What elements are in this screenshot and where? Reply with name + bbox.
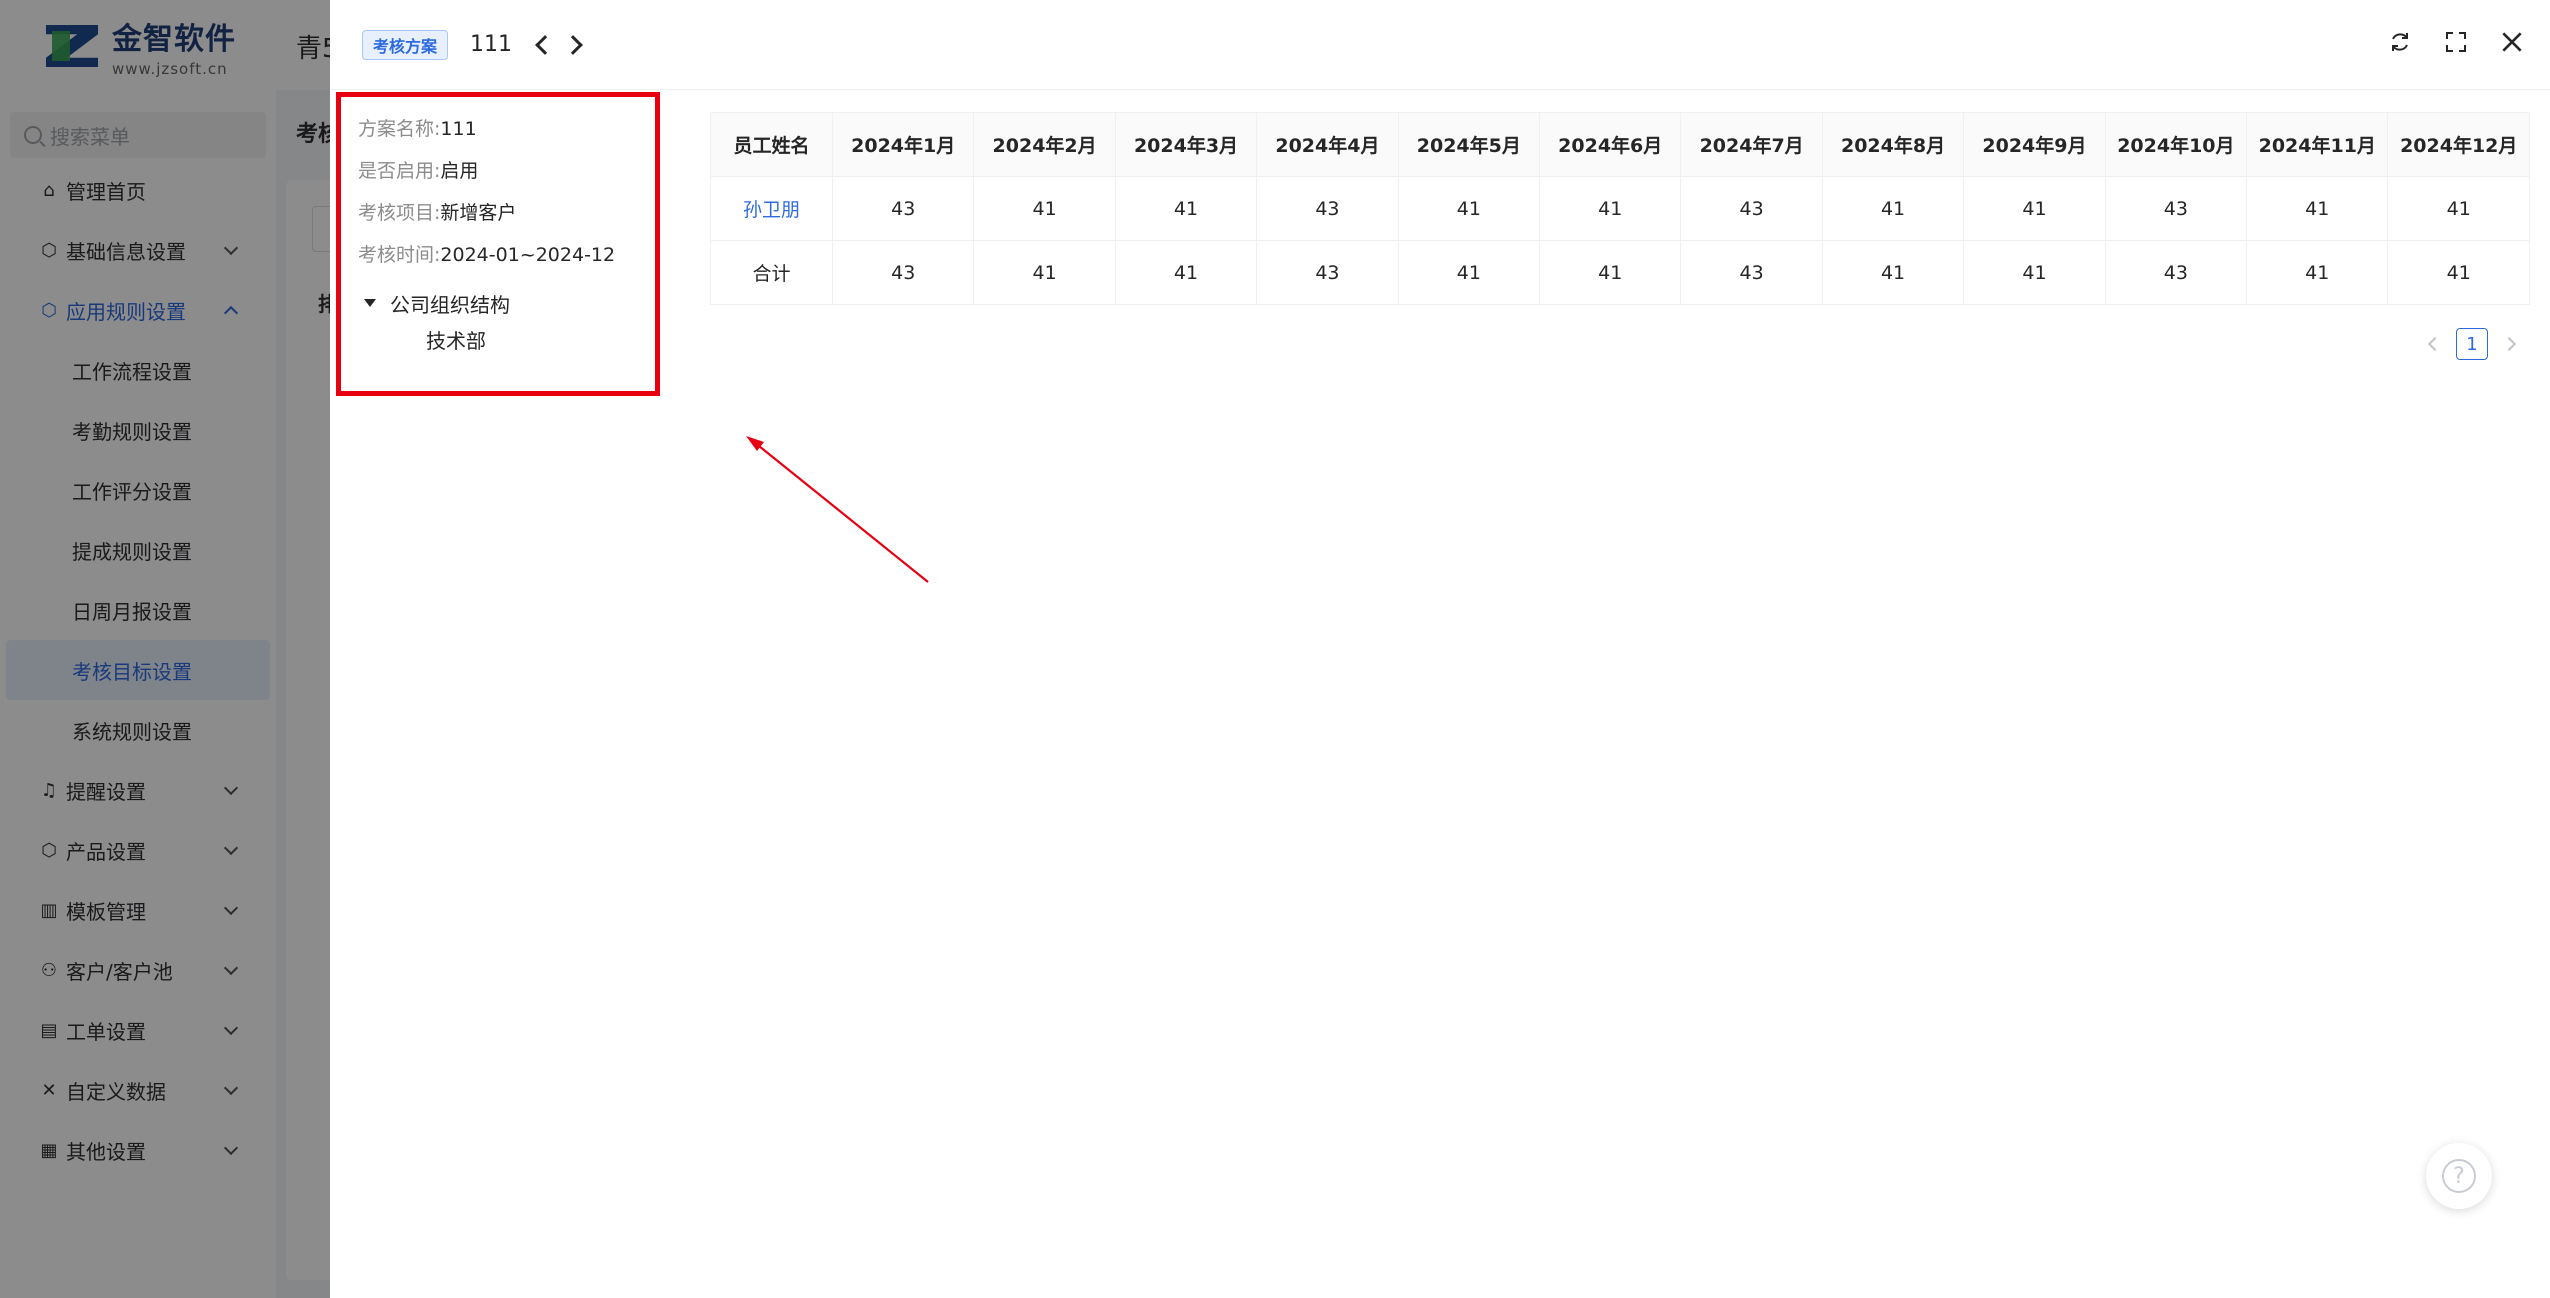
table-row: 孙卫朋 43 41 41 43 41 41 43 41 41 43 41 41 — [710, 176, 2530, 241]
previous-record-icon[interactable] — [535, 34, 555, 55]
column-header: 2024年11月 — [2246, 112, 2389, 177]
next-record-icon[interactable] — [563, 34, 583, 55]
table-cell: 41 — [1539, 176, 1682, 241]
plan-time-row: 考核时间: 2024-01~2024-12 — [358, 243, 655, 267]
column-header: 2024年7月 — [1680, 112, 1823, 177]
pagination: 1 — [2427, 328, 2517, 360]
table-cell: 41 — [973, 176, 1116, 241]
table-cell: 43 — [831, 240, 975, 305]
table-cell: 41 — [2387, 176, 2530, 241]
table-cell: 41 — [1397, 240, 1541, 305]
table-cell: 41 — [2246, 176, 2389, 241]
plan-time-value: 2024-01~2024-12 — [440, 244, 616, 266]
plan-item-value: 新增客户 — [440, 202, 517, 224]
fullscreen-icon — [2446, 32, 2466, 52]
drawer-actions — [2386, 28, 2526, 56]
table-cell: 41 — [1821, 176, 1965, 241]
plan-name-value: 111 — [440, 118, 477, 140]
fullscreen-button[interactable] — [2442, 28, 2470, 56]
table-cell: 43 — [831, 176, 975, 241]
column-header: 2024年12月 — [2387, 112, 2530, 177]
table-cell: 43 — [1256, 176, 1399, 241]
plan-type-tag: 考核方案 — [362, 29, 449, 60]
table-cell: 41 — [1539, 240, 1682, 305]
plan-item-row: 考核项目: 新增客户 — [358, 201, 655, 225]
prev-page-icon[interactable] — [2427, 336, 2443, 352]
column-header: 员工姓名 — [710, 112, 833, 177]
plan-name-row: 方案名称: 111 — [358, 117, 655, 141]
column-header: 2024年2月 — [973, 112, 1116, 177]
column-header: 2024年4月 — [1256, 112, 1399, 177]
column-header: 2024年8月 — [1821, 112, 1965, 177]
caret-down-icon[interactable] — [364, 299, 376, 307]
question-icon: ? — [2442, 1159, 2476, 1193]
table-cell: 41 — [2246, 240, 2389, 305]
table-total-row: 合计 43 41 41 43 41 41 43 41 41 43 41 41 — [710, 240, 2530, 305]
plan-enabled-label: 是否启用: — [358, 160, 441, 182]
plan-name-label: 方案名称: — [358, 118, 441, 140]
drawer-header: 考核方案 111 — [330, 0, 2550, 90]
employee-name-link[interactable]: 孙卫朋 — [710, 176, 833, 241]
table-cell: 43 — [1680, 176, 1823, 241]
org-tree: 公司组织结构 技术部 — [358, 285, 655, 357]
tree-node-label: 技术部 — [426, 328, 486, 353]
table-cell: 41 — [973, 240, 1116, 305]
plan-time-label: 考核时间: — [358, 244, 441, 266]
column-header: 2024年1月 — [831, 112, 975, 177]
plan-info-panel: 方案名称: 111 是否启用: 启用 考核项目: 新增客户 考核时间: 2024… — [336, 92, 660, 396]
help-button[interactable]: ? — [2426, 1143, 2492, 1209]
plan-enabled-value: 启用 — [440, 160, 479, 182]
page-number-current[interactable]: 1 — [2456, 328, 2488, 360]
close-icon — [2502, 32, 2522, 52]
table-cell: 43 — [2104, 176, 2248, 241]
table-cell: 41 — [1963, 240, 2106, 305]
column-header: 2024年6月 — [1539, 112, 1682, 177]
refresh-button[interactable] — [2386, 28, 2414, 56]
drawer-title: 111 — [470, 32, 513, 57]
table-cell: 43 — [1680, 240, 1823, 305]
assessment-plan-drawer: 考核方案 111 方案名称: 111 是否启用: 启用 考核项目: 新增客户 考… — [330, 0, 2550, 1298]
table-cell: 41 — [1963, 176, 2106, 241]
close-button[interactable] — [2498, 28, 2526, 56]
plan-enabled-row: 是否启用: 启用 — [358, 159, 655, 183]
tree-node-department[interactable]: 技术部 — [358, 321, 655, 357]
table-header-row: 员工姓名 2024年1月 2024年2月 2024年3月 2024年4月 202… — [710, 112, 2530, 177]
column-header: 2024年10月 — [2104, 112, 2248, 177]
column-header: 2024年3月 — [1114, 112, 1258, 177]
table-cell: 41 — [1821, 240, 1965, 305]
tree-node-label: 公司组织结构 — [390, 292, 510, 317]
table-cell: 43 — [2104, 240, 2248, 305]
table-cell: 41 — [2387, 240, 2530, 305]
table-cell: 43 — [1256, 240, 1399, 305]
column-header: 2024年5月 — [1397, 112, 1541, 177]
plan-item-label: 考核项目: — [358, 202, 441, 224]
total-label: 合计 — [710, 240, 833, 305]
tree-node-root[interactable]: 公司组织结构 — [358, 285, 655, 321]
table-cell: 41 — [1114, 240, 1258, 305]
column-header: 2024年9月 — [1963, 112, 2106, 177]
table-cell: 41 — [1397, 176, 1541, 241]
table-cell: 41 — [1114, 176, 1258, 241]
record-navigation — [535, 34, 583, 55]
next-page-icon[interactable] — [2501, 336, 2517, 352]
refresh-icon — [2392, 33, 2408, 51]
assessment-table: 员工姓名 2024年1月 2024年2月 2024年3月 2024年4月 202… — [710, 112, 2530, 305]
